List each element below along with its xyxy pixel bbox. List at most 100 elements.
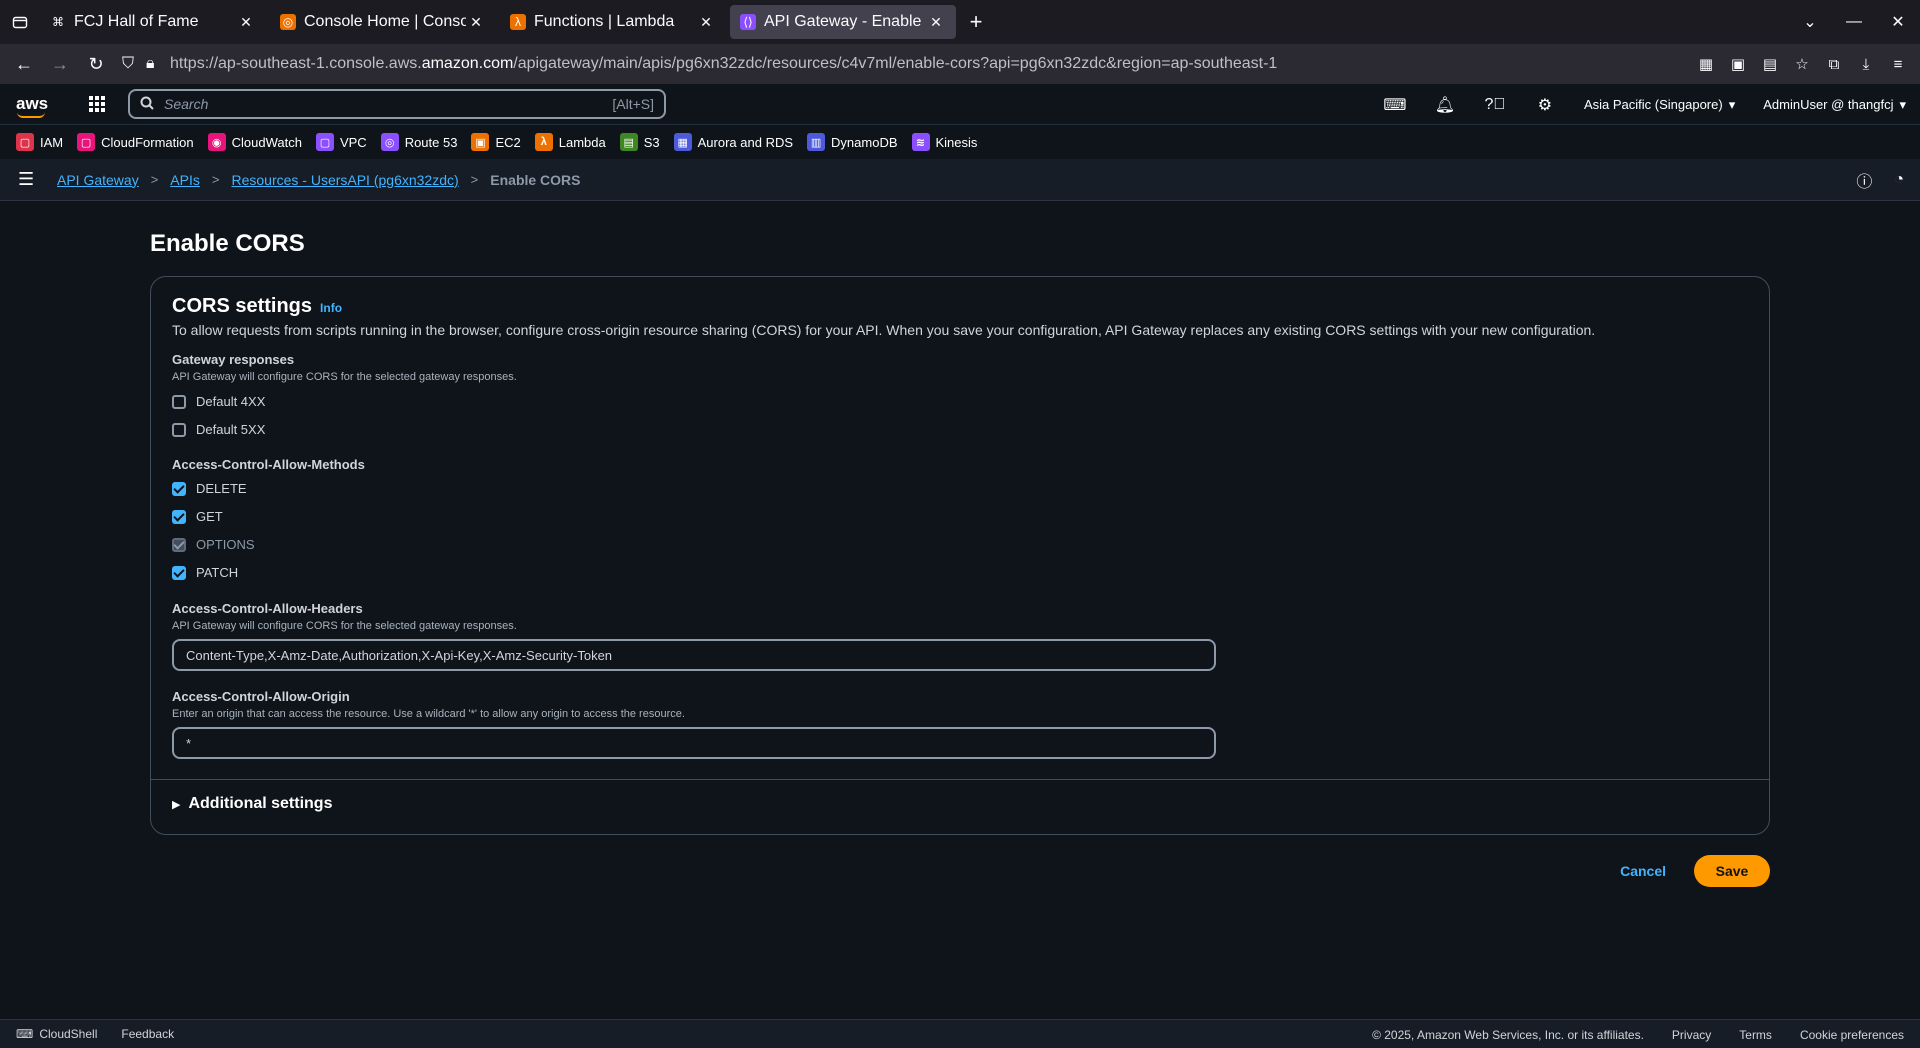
favorite-s3[interactable]: ▤ S3 <box>619 133 660 151</box>
shield-icon[interactable]: ⛉ <box>122 55 146 73</box>
favorites-bar: ▢ IAM ▢ CloudFormation ◉ CloudWatch ▢ VPC ◎ R… <box>0 125 1920 159</box>
close-icon[interactable]: ✕ <box>696 14 716 31</box>
cloudshell-icon[interactable]: ⌨ <box>1370 95 1420 115</box>
user-menu[interactable]: AdminUser @ thangfcj ▾ <box>1763 97 1906 113</box>
search-shortcut: [Alt+S] <box>612 96 654 112</box>
save-button[interactable]: Save <box>1694 855 1770 887</box>
allow-headers-label: Access-Control-Allow-Headers <box>172 601 363 616</box>
breadcrumb-apis[interactable]: APIs <box>170 172 200 188</box>
checkbox-unchecked[interactable] <box>172 422 186 437</box>
api-gateway-icon: ⟨⟩ <box>740 14 756 30</box>
favorite-label: EC2 <box>495 134 521 150</box>
info-link[interactable]: Info <box>320 301 342 315</box>
tab-title: FCJ Hall of Fame <box>74 13 199 30</box>
tab-list-icon[interactable] <box>0 0 40 44</box>
notifications-panel-icon[interactable]: ◔ <box>1894 171 1904 189</box>
browser-tab-3[interactable]: λ Functions | Lambda ✕ <box>500 5 726 39</box>
reader-icon[interactable]: ▤ <box>1754 48 1786 80</box>
browser-tab-bar: ⌘ FCJ Hall of Fame ✕ ◎ Console Home | Co… <box>0 0 1920 44</box>
terms-link[interactable]: Terms <box>1739 1028 1772 1042</box>
favorite-vpc[interactable]: ▢ VPC <box>315 133 367 151</box>
favorite-ec2[interactable]: ▣ EC2 <box>471 133 521 151</box>
browser-tab-2[interactable]: ◎ Console Home | Console Home ✕ <box>270 5 496 39</box>
checkbox-options: OPTIONS <box>172 537 255 552</box>
forward-icon[interactable]: → <box>42 48 78 80</box>
checkbox-default-5xx[interactable]: Default 5XX <box>172 422 265 437</box>
extensions-icon[interactable]: ⧉ <box>1818 48 1850 80</box>
tab-title: API Gateway - Enable CORS <box>764 13 926 30</box>
favorite-cloudwatch[interactable]: ◉ CloudWatch <box>207 133 302 151</box>
cancel-button[interactable]: Cancel <box>1620 863 1666 879</box>
favorite-iam[interactable]: ▢ IAM <box>16 133 63 151</box>
lock-icon[interactable]: 🔒︎ <box>146 55 170 73</box>
browser-tab-4[interactable]: ⟨⟩ API Gateway - Enable CORS ✕ <box>730 5 956 39</box>
panel-title: CORS settings <box>172 295 313 317</box>
close-icon[interactable]: ✕ <box>926 14 946 31</box>
favorite-rds[interactable]: ▦ Aurora and RDS <box>673 133 794 151</box>
close-window-icon[interactable]: ✕ <box>1876 12 1920 32</box>
new-tab-icon[interactable]: + <box>960 6 992 38</box>
help-icon[interactable]: ?⃝ <box>1470 96 1520 114</box>
aws-logo[interactable]: aws <box>16 94 62 118</box>
allow-origin-input[interactable]: * <box>172 727 1216 759</box>
dynamodb-icon: ▥ <box>807 133 826 151</box>
hamburger-menu-icon[interactable]: ☰ <box>18 169 48 190</box>
favorite-label: Aurora and RDS <box>697 134 794 150</box>
chevron-right-icon: > <box>470 172 479 187</box>
checkbox-patch[interactable]: PATCH <box>172 565 238 580</box>
close-icon[interactable]: ✕ <box>466 14 486 31</box>
checkbox-checked[interactable] <box>172 565 186 580</box>
reload-icon[interactable]: ↻ <box>78 48 114 80</box>
flag-icon[interactable]: ▦ <box>1690 48 1722 80</box>
allow-headers-input[interactable]: Content-Type,X-Amz-Date,Authorization,X-… <box>172 639 1216 671</box>
privacy-link[interactable]: Privacy <box>1672 1028 1711 1042</box>
favorite-label: Route 53 <box>404 134 458 150</box>
panel-description: To allow requests from scripts running i… <box>172 322 1596 338</box>
favorite-label: CloudWatch <box>231 134 302 150</box>
favorite-kinesis[interactable]: ≋ Kinesis <box>911 133 977 151</box>
region-selector[interactable]: Asia Pacific (Singapore) ▾ <box>1584 97 1735 113</box>
checkbox-default-4xx[interactable]: Default 4XX <box>172 394 265 409</box>
translate-icon[interactable]: ▣ <box>1722 48 1754 80</box>
favorite-cloudformation[interactable]: ▢ CloudFormation <box>77 133 194 151</box>
favorite-dynamodb[interactable]: ▥ DynamoDB <box>807 133 898 151</box>
chevron-down-icon[interactable]: ⌄ <box>1788 12 1832 32</box>
browser-tab-1[interactable]: ⌘ FCJ Hall of Fame ✕ <box>40 5 266 39</box>
cors-settings-panel: CORS settings Info To allow requests fro… <box>150 276 1770 835</box>
checkbox-get[interactable]: GET <box>172 509 223 524</box>
favorite-lambda[interactable]: λ Lambda <box>534 133 606 151</box>
back-icon[interactable]: ← <box>6 48 42 80</box>
route53-icon: ◎ <box>380 133 399 151</box>
menu-icon[interactable]: ≡ <box>1882 48 1914 80</box>
bell-icon[interactable]: 🔔︎ <box>1420 95 1470 115</box>
copyright-text: © 2025, Amazon Web Services, Inc. or its… <box>1372 1027 1644 1042</box>
cloudshell-link[interactable]: ⌨ CloudShell <box>16 1027 97 1041</box>
checkbox-checked[interactable] <box>172 509 186 524</box>
checkbox-unchecked[interactable] <box>172 394 186 409</box>
cookie-preferences-link[interactable]: Cookie preferences <box>1800 1028 1904 1042</box>
caret-down-icon: ▾ <box>1728 96 1736 112</box>
chevron-right-icon: > <box>150 172 159 187</box>
tab-title: Functions | Lambda <box>534 13 675 30</box>
checkbox-delete[interactable]: DELETE <box>172 481 247 496</box>
favorite-label: Lambda <box>558 134 606 150</box>
breadcrumb-resources[interactable]: Resources - UsersAPI (pg6xn32zdc) <box>231 172 458 188</box>
additional-settings-toggle[interactable]: ▶ Additional settings <box>172 795 332 813</box>
info-panel-icon[interactable]: ⓘ <box>1856 168 1872 192</box>
download-icon[interactable]: ⤓ <box>1850 48 1882 80</box>
url-suffix: /apigateway/main/apis/pg6xn32zdc/resourc… <box>513 55 1278 72</box>
breadcrumb-api-gateway[interactable]: API Gateway <box>57 172 139 188</box>
close-icon[interactable]: ✕ <box>236 14 256 31</box>
gear-icon[interactable]: ⚙ <box>1520 95 1570 115</box>
feedback-link[interactable]: Feedback <box>121 1027 174 1041</box>
divider <box>151 779 1769 780</box>
services-grid-icon[interactable] <box>82 95 112 113</box>
bookmark-star-icon[interactable]: ☆ <box>1786 48 1818 80</box>
favorite-route53[interactable]: ◎ Route 53 <box>380 133 458 151</box>
checkbox-checked[interactable] <box>172 481 186 496</box>
search-input[interactable]: Search [Alt+S] <box>128 89 666 119</box>
url-prefix: https://ap-southeast-1.console.aws. <box>170 55 422 72</box>
console-footer: ⌨ CloudShell Feedback © 2025, Amazon Web… <box>0 1019 1920 1048</box>
minimize-icon[interactable]: — <box>1832 13 1876 31</box>
url-bar[interactable]: ⛉ 🔒︎ https://ap-southeast-1.console.aws.… <box>114 48 1690 80</box>
